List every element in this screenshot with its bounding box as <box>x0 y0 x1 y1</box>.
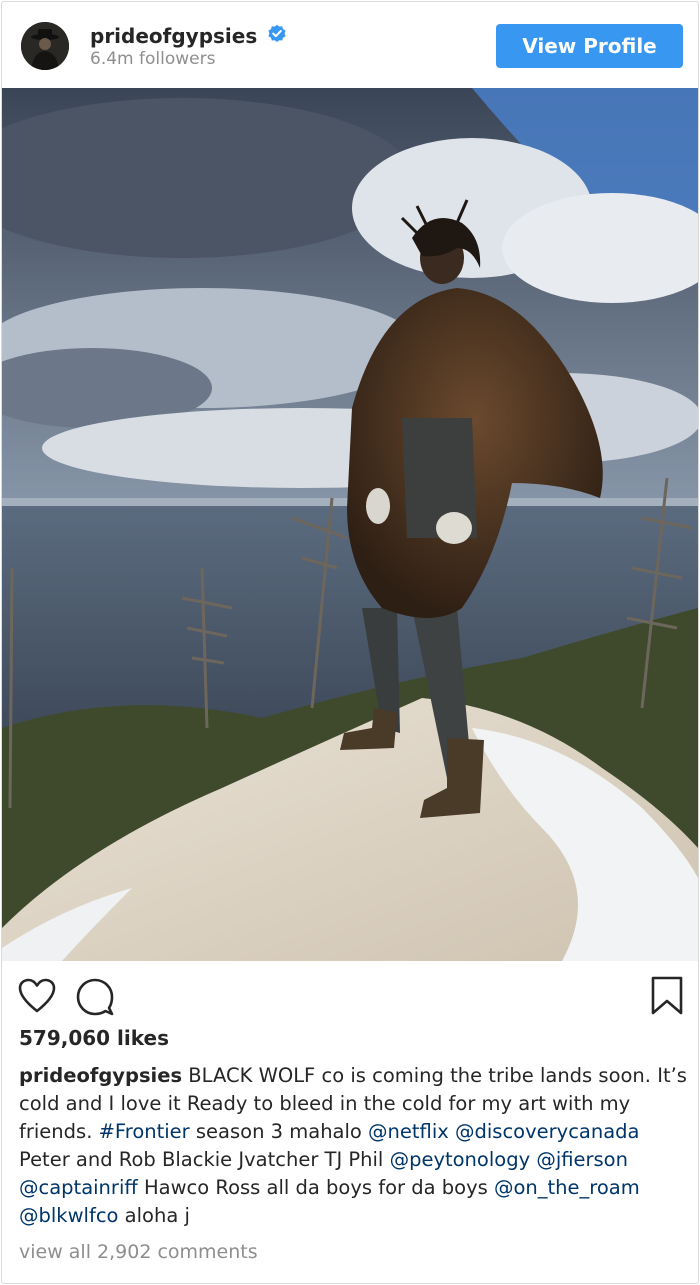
view-all-comments-link[interactable]: view all 2,902 comments <box>19 1241 258 1263</box>
mention-jfierson[interactable]: @jfierson <box>536 1148 628 1171</box>
avatar[interactable] <box>21 22 69 70</box>
heart-icon[interactable] <box>18 978 56 1018</box>
username[interactable]: prideofgypsies <box>90 24 257 48</box>
mention-discoverycanada[interactable]: @discoverycanada <box>455 1120 640 1143</box>
caption-text: season 3 mahalo <box>189 1120 369 1143</box>
post-caption: prideofgypsies BLACK WOLF co is coming t… <box>19 1062 691 1230</box>
caption-username[interactable]: prideofgypsies <box>19 1064 182 1087</box>
mention-on-the-roam[interactable]: @on_the_roam <box>494 1176 640 1199</box>
mention-captainriff[interactable]: @captainriff <box>19 1176 138 1199</box>
like-count[interactable]: 579,060 likes <box>19 1026 169 1050</box>
verified-badge-icon <box>257 24 287 48</box>
instagram-embed-card: prideofgypsies 6.4m followers View Profi… <box>1 1 699 1284</box>
username-row: prideofgypsies <box>90 22 287 50</box>
follower-count: 6.4m followers <box>90 49 216 69</box>
caption-text: Peter and Rob Blackie Jvatcher TJ Phil <box>19 1148 390 1171</box>
caption-text: Hawco Ross all da boys for da boys <box>137 1176 494 1199</box>
comment-icon[interactable] <box>76 978 114 1020</box>
post-header: prideofgypsies 6.4m followers View Profi… <box>2 2 698 88</box>
bookmark-icon[interactable] <box>650 976 684 1020</box>
mention-netflix[interactable]: @netflix <box>368 1120 449 1143</box>
hashtag-frontier[interactable]: #Frontier <box>99 1120 190 1143</box>
view-profile-button[interactable]: View Profile <box>496 24 683 68</box>
mention-peytonology[interactable]: @peytonology <box>390 1148 531 1171</box>
post-photo-illustration <box>2 88 698 961</box>
action-bar <box>2 962 698 1026</box>
mention-blkwlfco[interactable]: @blkwlfco <box>19 1204 118 1227</box>
post-photo[interactable] <box>2 88 698 961</box>
caption-text: aloha j <box>118 1204 190 1227</box>
